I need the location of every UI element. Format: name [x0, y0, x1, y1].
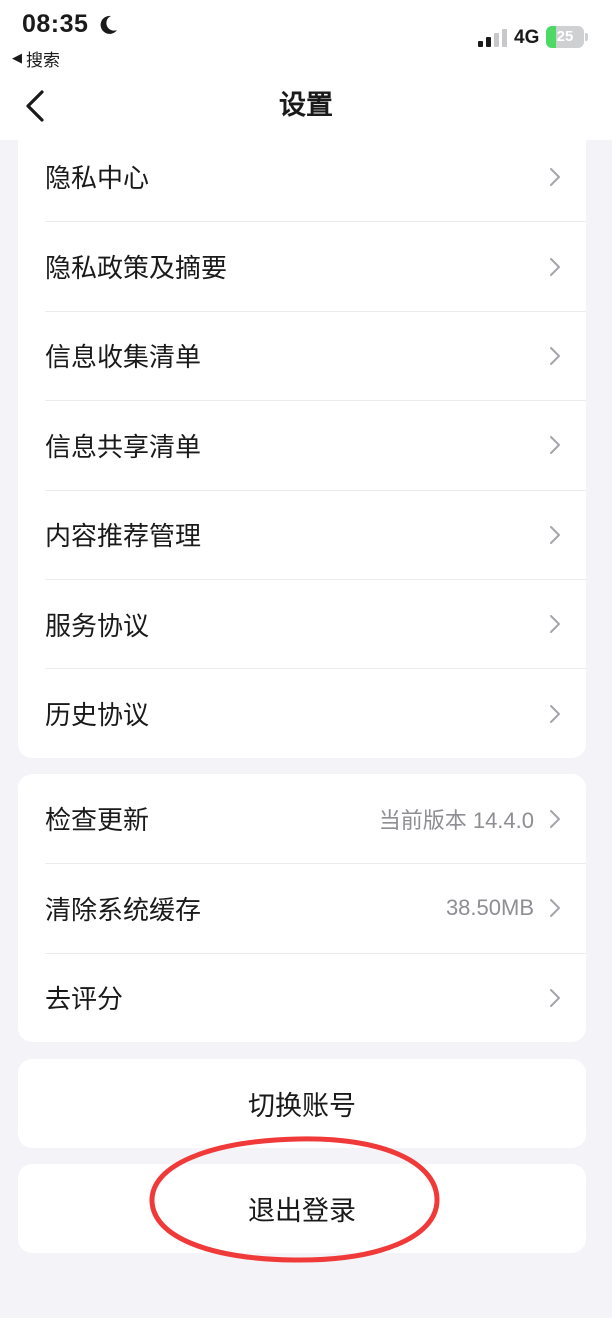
- logout-card: 退出登录: [18, 1164, 586, 1253]
- back-to-app-link[interactable]: ◀ 搜索: [12, 46, 60, 71]
- back-triangle-icon: ◀: [12, 51, 22, 66]
- row-label: 去评分: [45, 985, 124, 1016]
- chevron-right-icon: [550, 899, 560, 918]
- chevron-right-icon: [550, 704, 560, 723]
- status-bar: 08:35 ◀ 搜索 4G 25: [0, 0, 612, 71]
- settings-row-check-update[interactable]: 检查更新 当前版本 14.4.0: [45, 774, 586, 863]
- chevron-right-icon: [550, 167, 560, 186]
- settings-row-info-collection[interactable]: 信息收集清单: [45, 310, 586, 400]
- chevron-right-icon: [550, 346, 560, 365]
- status-time: 08:35: [22, 10, 89, 38]
- switch-account-button[interactable]: 切换账号: [18, 1059, 586, 1148]
- chevron-right-icon: [550, 615, 560, 634]
- battery-level: 25: [556, 28, 574, 45]
- moon-icon: [100, 15, 117, 34]
- settings-row-clear-cache[interactable]: 清除系统缓存 38.50MB: [45, 863, 586, 952]
- battery-icon: 25: [546, 26, 588, 48]
- settings-row-content-recommendation[interactable]: 内容推荐管理: [45, 489, 586, 579]
- privacy-settings-card: 隐私中心 隐私政策及摘要 信息收集清单 信息共享清单 内容推荐管理 服务协议 历…: [18, 132, 586, 758]
- row-label: 内容推荐管理: [45, 522, 202, 553]
- signal-icon: [478, 29, 507, 47]
- row-label: 隐私中心: [45, 164, 150, 195]
- nav-bar: 设置: [0, 70, 612, 140]
- settings-row-privacy-policy[interactable]: 隐私政策及摘要: [45, 221, 586, 310]
- settings-row-history-agreement[interactable]: 历史协议: [45, 668, 586, 757]
- switch-account-card: 切换账号: [18, 1059, 586, 1148]
- settings-row-service-agreement[interactable]: 服务协议: [45, 578, 586, 668]
- current-version-value: 当前版本 14.4.0: [379, 803, 534, 835]
- cache-size-value: 38.50MB: [445, 895, 534, 921]
- row-label: 隐私政策及摘要: [45, 254, 228, 285]
- row-label: 检查更新: [45, 806, 150, 837]
- row-label: 清除系统缓存: [45, 895, 202, 926]
- chevron-right-icon: [550, 988, 560, 1007]
- chevron-right-icon: [550, 809, 560, 828]
- row-label: 信息共享清单: [45, 432, 202, 463]
- version-number: 14.4.0: [472, 807, 534, 833]
- row-label: 服务协议: [45, 611, 150, 642]
- back-app-label: 搜索: [26, 51, 60, 71]
- row-label: 历史协议: [45, 701, 150, 732]
- chevron-right-icon: [550, 525, 560, 544]
- network-label: 4G: [514, 27, 540, 48]
- logout-button[interactable]: 退出登录: [18, 1164, 586, 1253]
- version-prefix: 当前版本: [378, 808, 467, 834]
- settings-row-privacy-center[interactable]: 隐私中心: [45, 132, 586, 221]
- settings-row-info-sharing[interactable]: 信息共享清单: [45, 400, 586, 489]
- chevron-right-icon: [550, 257, 560, 276]
- row-label: 信息收集清单: [45, 343, 202, 374]
- settings-row-rate-app[interactable]: 去评分: [45, 952, 586, 1042]
- app-settings-card: 检查更新 当前版本 14.4.0 清除系统缓存 38.50MB 去评分: [18, 774, 586, 1042]
- chevron-right-icon: [550, 436, 560, 455]
